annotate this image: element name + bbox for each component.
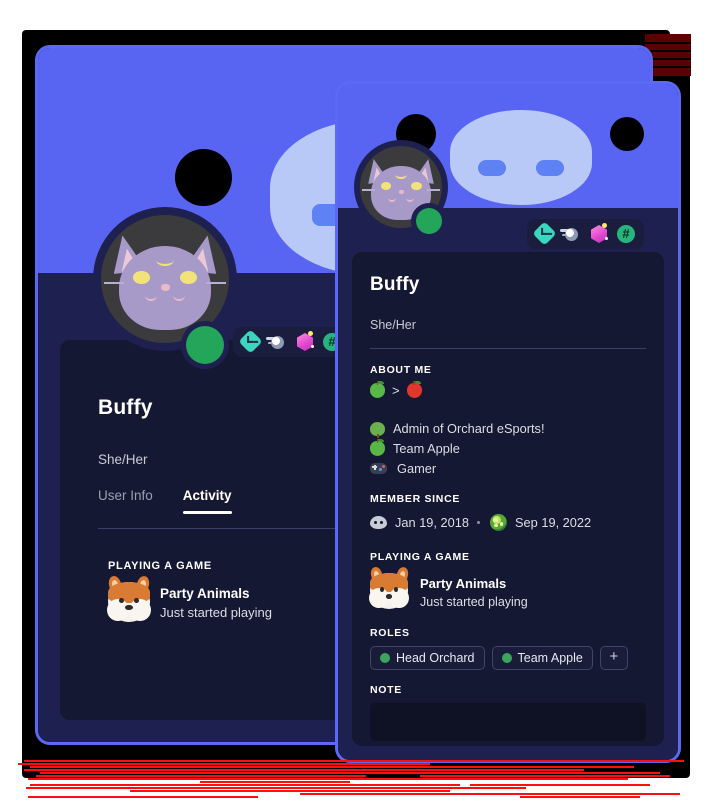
gem-badge-front[interactable]	[589, 223, 609, 244]
tab-activity[interactable]: Activity	[182, 488, 232, 514]
green-apple-emoji	[370, 380, 385, 398]
about-tagline: >	[370, 380, 422, 398]
pronouns-back: She/Her	[98, 452, 148, 467]
member-since-discord-date: Jan 19, 2018	[395, 515, 470, 530]
banner-blob-right-front	[610, 117, 644, 151]
username-front: Buffy	[370, 274, 420, 295]
member-since-row: Jan 19, 2018 Sep 19, 2022	[370, 514, 591, 531]
about-line-2: Gamer	[370, 461, 436, 476]
role-chip[interactable]: Head Orchard	[370, 646, 485, 670]
separator-dot	[477, 521, 481, 524]
game-title-back: Party Animals	[160, 586, 250, 601]
avatar-back[interactable]	[101, 215, 229, 343]
member-since-server-date: Sep 19, 2022	[515, 515, 592, 530]
red-apple-emoji	[406, 380, 422, 398]
section-heading-roles: ROLES	[370, 627, 410, 639]
hash-badge-front[interactable]: #	[616, 224, 636, 244]
about-line-text: Admin of Orchard eSports!	[393, 421, 545, 436]
about-line-text: Gamer	[397, 461, 437, 476]
corgi-icon-front	[369, 566, 409, 609]
tree-emoji	[370, 421, 385, 439]
gem-badge[interactable]	[295, 331, 315, 352]
badge-tray-front[interactable]: #	[527, 219, 644, 249]
section-heading-about-me: ABOUT ME	[370, 364, 432, 376]
diamond-badge-front[interactable]	[532, 221, 557, 246]
about-line-text: Team Apple	[393, 441, 460, 456]
about-line-1: Team Apple	[370, 438, 460, 456]
comet-badge[interactable]	[266, 332, 288, 352]
role-label: Head Orchard	[396, 651, 475, 665]
discord-mascot-icon-front	[450, 110, 592, 205]
game-state-front: Just started playing	[420, 595, 528, 609]
role-label: Team Apple	[517, 651, 583, 665]
game-title-front: Party Animals	[420, 576, 507, 591]
glitch-artifact-red-block	[645, 34, 691, 76]
header-divider-front	[370, 348, 646, 349]
corgi-icon-back	[106, 574, 152, 622]
add-role-button[interactable]: +	[599, 646, 628, 670]
tagline-operator: >	[392, 383, 400, 398]
green-apple-emoji	[370, 438, 385, 456]
pronouns-front: She/Her	[370, 318, 416, 332]
section-heading-playing-front: PLAYING A GAME	[370, 551, 470, 563]
about-line-0: Admin of Orchard eSports!	[370, 421, 545, 439]
username-back: Buffy	[98, 396, 153, 419]
status-indicator-back	[186, 326, 224, 364]
role-color-dot	[501, 653, 512, 663]
section-heading-note: NOTE	[370, 684, 402, 696]
tab-user-info[interactable]: User Info	[98, 488, 153, 513]
server-icon	[490, 514, 508, 531]
diamond-badge[interactable]	[238, 329, 263, 354]
role-color-dot	[380, 653, 390, 663]
gamepad-emoji	[370, 463, 387, 474]
glitch-artifact-scanlines	[0, 756, 714, 812]
banner-blob-left	[175, 149, 232, 206]
comet-badge-front[interactable]	[560, 224, 582, 244]
note-input[interactable]	[370, 703, 646, 741]
role-chip[interactable]: Team Apple	[491, 646, 593, 670]
discord-logo-icon	[370, 516, 387, 529]
profile-tabs-back[interactable]: User Info Activity	[98, 488, 232, 514]
tab-divider-back	[98, 528, 370, 529]
section-heading-member-since: MEMBER SINCE	[370, 493, 461, 505]
roles-list: Head Orchard Team Apple +	[370, 646, 628, 670]
section-heading-playing-back: PLAYING A GAME	[108, 560, 212, 572]
screenshot-root: # Buffy She/Her User Info Activity PLAYI…	[0, 0, 714, 812]
profile-card-front[interactable]: # Buffy She/Her ABOUT ME > Admin of Orch…	[338, 84, 678, 760]
status-indicator-front	[416, 208, 442, 234]
game-state-back: Just started playing	[160, 605, 273, 620]
badge-tray-back[interactable]: #	[233, 327, 350, 357]
